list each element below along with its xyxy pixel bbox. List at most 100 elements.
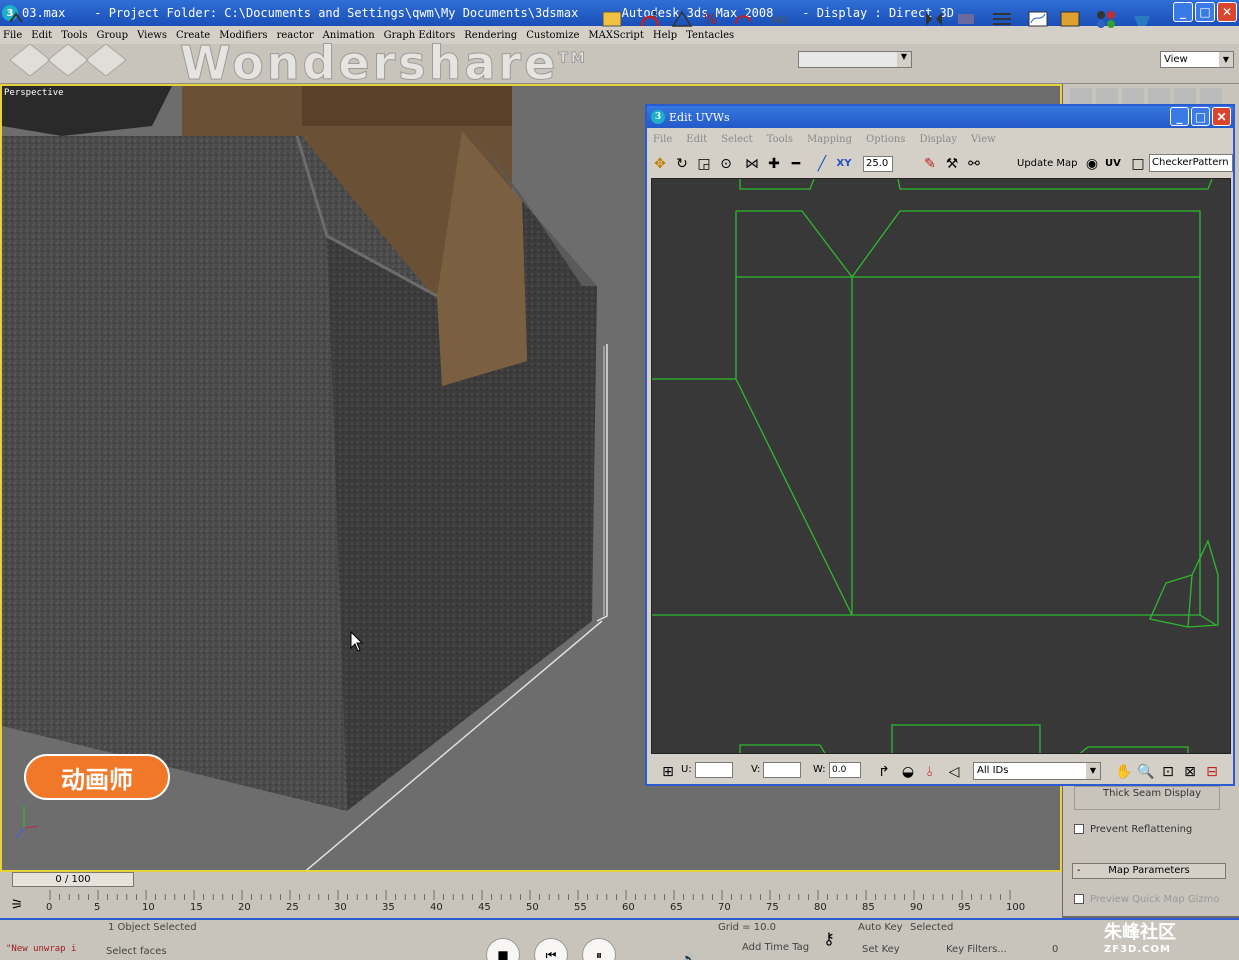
- uvw-menu-mapping[interactable]: Mapping: [807, 134, 852, 145]
- edit-named-selection-icon[interactable]: ABC: [768, 8, 792, 30]
- auto-key-button[interactable]: Auto Key: [858, 922, 903, 933]
- show-map-icon[interactable]: ◉: [1083, 155, 1101, 173]
- uvw-menu-display[interactable]: Display: [919, 134, 957, 145]
- menu-tools[interactable]: Tools: [61, 30, 87, 41]
- time-slider-track[interactable]: [0, 872, 1062, 888]
- minimize-button[interactable]: _: [1173, 2, 1193, 22]
- weld-icon[interactable]: ⚯: [965, 155, 983, 173]
- uvw-menu-tools[interactable]: Tools: [767, 134, 793, 145]
- align-icon[interactable]: [954, 8, 978, 30]
- menu-group[interactable]: Group: [96, 30, 128, 41]
- uv-editor-canvas[interactable]: [651, 178, 1231, 754]
- viewport-label[interactable]: Perspective: [4, 88, 64, 98]
- zoom-icon[interactable]: 🔍: [1137, 763, 1155, 781]
- uvw-minimize-button[interactable]: _: [1170, 107, 1189, 126]
- trackbar-tick-label: 80: [814, 902, 827, 913]
- close-button[interactable]: ✕: [1217, 2, 1237, 22]
- pick-icon[interactable]: ✎: [921, 155, 939, 173]
- rotate-icon[interactable]: ↻: [673, 155, 691, 173]
- mirror-uv-icon[interactable]: ⋈: [743, 155, 761, 173]
- percent-snap-icon[interactable]: %: [700, 8, 724, 30]
- menu-help[interactable]: Help: [653, 30, 677, 41]
- maximize-button[interactable]: □: [1195, 2, 1215, 22]
- u-field[interactable]: [695, 762, 733, 778]
- menu-views[interactable]: Views: [137, 30, 167, 41]
- menu-file[interactable]: File: [3, 30, 22, 41]
- display-toggle-icon[interactable]: □: [1129, 155, 1147, 173]
- current-frame-field[interactable]: 0: [1052, 944, 1058, 955]
- select-move-icon[interactable]: [600, 8, 624, 30]
- edit-uvws-title-bar[interactable]: 3 Edit UVWs _ □ ✕: [647, 106, 1233, 128]
- uvw-close-button[interactable]: ✕: [1212, 107, 1231, 126]
- prevent-reflattening-option[interactable]: Prevent Reflattening: [1074, 824, 1192, 835]
- move-icon[interactable]: ✥: [651, 155, 669, 173]
- w-field[interactable]: 0.0: [829, 762, 861, 778]
- pan-hand-icon[interactable]: ✋: [1115, 763, 1133, 781]
- command-panel-tabs[interactable]: [1066, 86, 1236, 106]
- render-setup-icon[interactable]: [1130, 8, 1154, 30]
- curve-editor-icon[interactable]: [1026, 8, 1050, 30]
- prevent-reflattening-checkbox[interactable]: [1074, 824, 1084, 834]
- uvw-snap-icon[interactable]: ◒: [899, 763, 917, 781]
- soft-select-icon[interactable]: ╱: [813, 155, 831, 173]
- site-logo-url: ZF3D.COM: [1104, 944, 1171, 955]
- uvw-filter-icon[interactable]: ↱: [875, 763, 893, 781]
- uvw-maximize-button[interactable]: □: [1191, 107, 1210, 126]
- mirror-icon[interactable]: [922, 8, 946, 30]
- angle-snap-icon[interactable]: [670, 8, 694, 30]
- update-map-button[interactable]: Update Map: [1017, 158, 1078, 169]
- menu-tentacles[interactable]: Tentacles: [686, 30, 734, 41]
- undo-icon[interactable]: [6, 8, 30, 30]
- uv-toggle[interactable]: UV: [1105, 158, 1121, 169]
- v-field[interactable]: [763, 762, 801, 778]
- material-ids-dropdown[interactable]: All IDs ▼: [973, 762, 1101, 780]
- layer-manager-icon[interactable]: [990, 8, 1014, 30]
- uvw-menu-view[interactable]: View: [971, 134, 996, 145]
- texture-pattern-dropdown[interactable]: CheckerPattern: [1149, 154, 1233, 172]
- break-icon[interactable]: ⚒: [943, 155, 961, 173]
- grid-readout: Grid = 10.0: [718, 922, 776, 933]
- menu-edit[interactable]: Edit: [31, 30, 52, 41]
- volume-icon[interactable]: 🔊: [680, 950, 698, 960]
- thick-seam-display-option[interactable]: Thick Seam Display: [1074, 786, 1220, 810]
- contract-icon[interactable]: ━: [787, 155, 805, 173]
- uvw-lock-icon[interactable]: ⊞: [659, 763, 677, 781]
- menu-maxscript[interactable]: MAXScript: [588, 30, 643, 41]
- scale-icon[interactable]: ◲: [695, 155, 713, 173]
- uvw-pick-icon[interactable]: ◁: [945, 763, 963, 781]
- maxscript-listener[interactable]: "New unwrap i: [6, 944, 76, 954]
- named-selection-dropdown[interactable]: ▼: [798, 51, 912, 68]
- uvw-pin-icon[interactable]: ⫰: [921, 763, 939, 781]
- map-parameters-rollout[interactable]: - Map Parameters: [1072, 863, 1226, 879]
- xy-toggle-icon[interactable]: XY: [835, 155, 853, 173]
- previous-icon[interactable]: ⏮: [534, 938, 568, 960]
- spinner-snap-icon[interactable]: [732, 8, 756, 30]
- material-ids-label: All IDs: [977, 765, 1009, 776]
- time-slider-thumb[interactable]: 0 / 100: [12, 872, 134, 887]
- svg-text:ABC: ABC: [771, 16, 789, 26]
- key-mode-icon[interactable]: ⚞: [8, 896, 26, 914]
- uvw-menu-options[interactable]: Options: [866, 134, 905, 145]
- zoom-extents-icon[interactable]: ⊠: [1181, 763, 1199, 781]
- uvw-zoom-field[interactable]: 25.0: [863, 156, 893, 172]
- snap-3d-icon[interactable]: 3: [638, 8, 662, 30]
- stop-icon[interactable]: ■: [486, 938, 520, 960]
- expand-icon[interactable]: ✚: [765, 155, 783, 173]
- selected-dropdown[interactable]: Selected: [910, 922, 953, 933]
- preview-gizmo-checkbox[interactable]: [1074, 894, 1084, 904]
- pause-icon[interactable]: ⏸: [582, 938, 616, 960]
- uvw-menu-edit[interactable]: Edit: [686, 134, 707, 145]
- uvw-menu-file[interactable]: File: [653, 134, 672, 145]
- material-editor-icon[interactable]: [1094, 8, 1118, 30]
- set-key-button[interactable]: Set Key: [862, 944, 900, 955]
- trackbar-tick-label: 75: [766, 902, 779, 913]
- uvw-menu-select[interactable]: Select: [721, 134, 753, 145]
- freeform-icon[interactable]: ⊙: [717, 155, 735, 173]
- key-filters-button[interactable]: Key Filters...: [946, 944, 1007, 955]
- reference-coordinate-dropdown[interactable]: View ▼: [1160, 51, 1234, 68]
- uv-wireframe: [652, 179, 1219, 753]
- zoom-region-icon[interactable]: ⊡: [1159, 763, 1177, 781]
- schematic-view-icon[interactable]: [1058, 8, 1082, 30]
- zoom-selected-icon[interactable]: ⊟: [1203, 763, 1221, 781]
- preview-gizmo-option[interactable]: Preview Quick Map Gizmo: [1074, 894, 1219, 905]
